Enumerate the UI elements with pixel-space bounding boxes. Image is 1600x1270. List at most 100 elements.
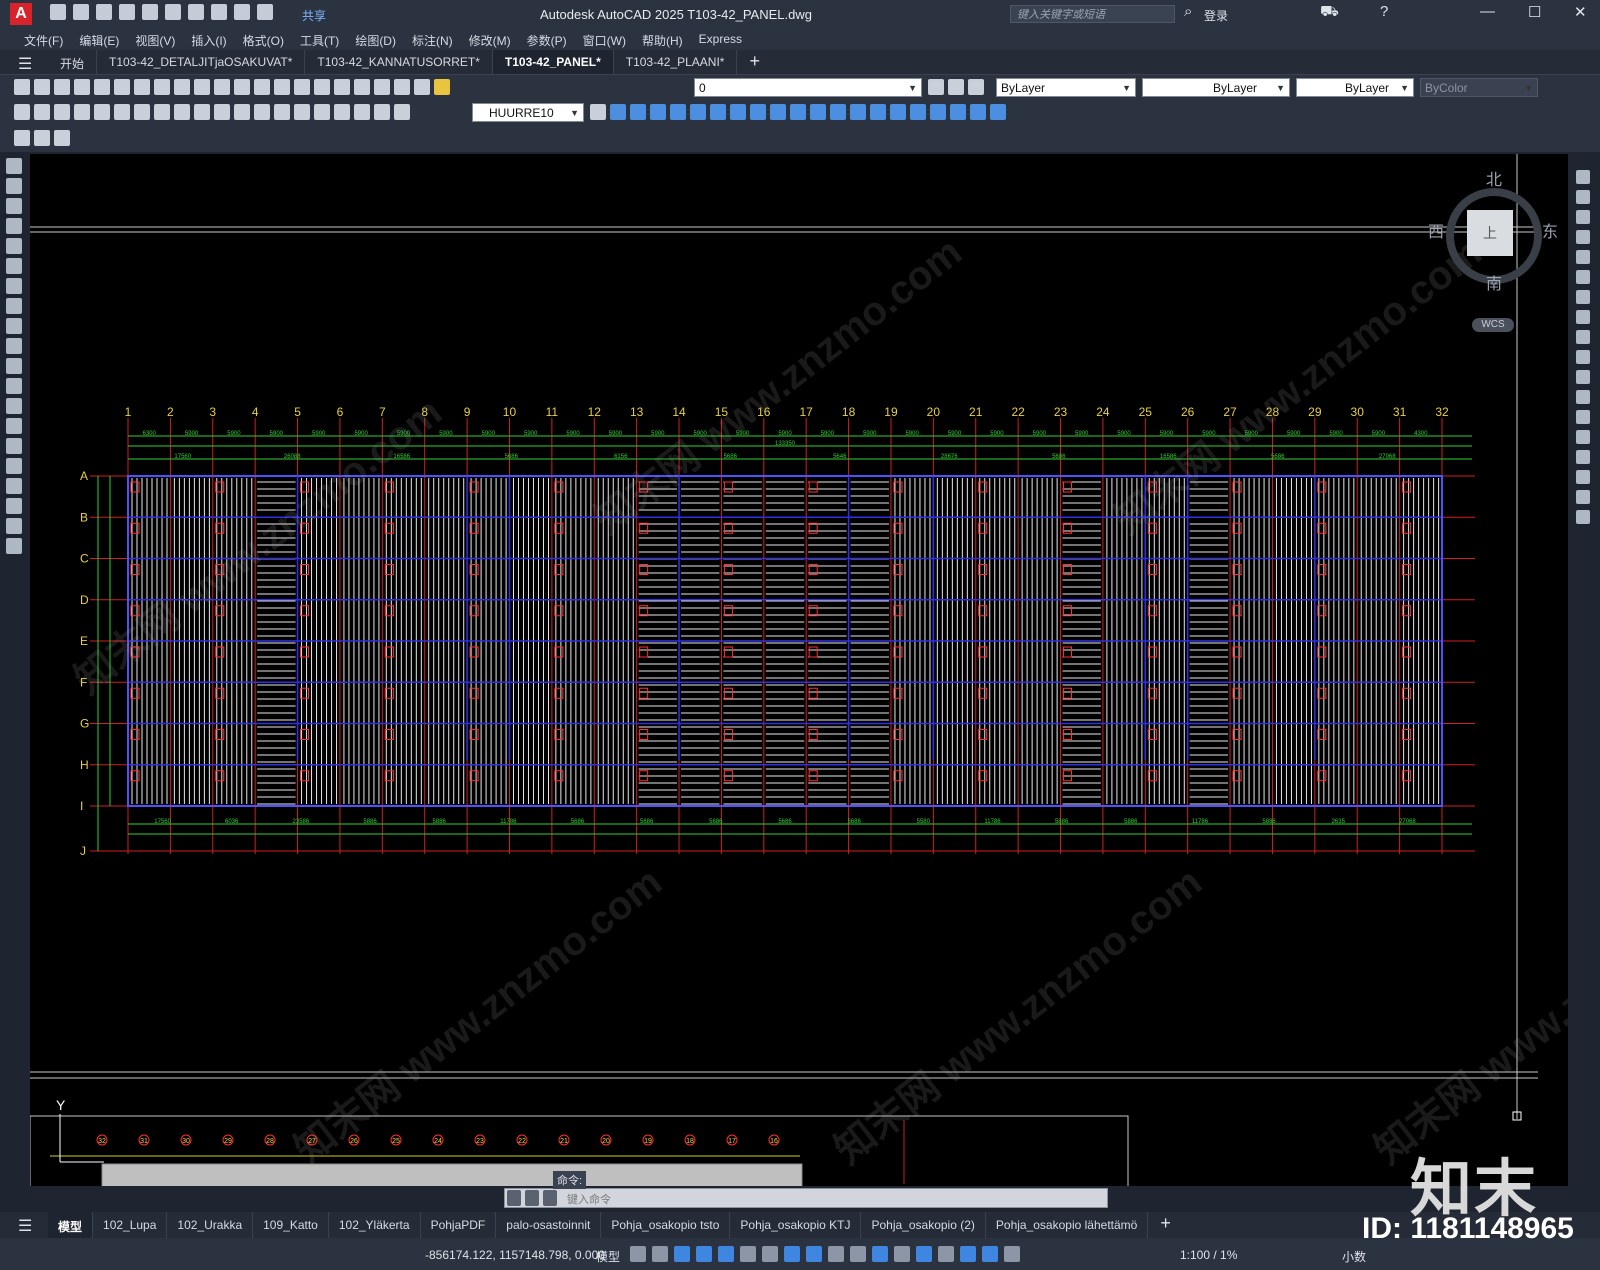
selection-cycling-icon[interactable] bbox=[872, 1246, 888, 1262]
extrude-icon[interactable] bbox=[730, 104, 746, 120]
open-web-icon[interactable] bbox=[142, 4, 158, 20]
layout-tab-model[interactable]: 模型 bbox=[48, 1212, 94, 1238]
center-mark-icon[interactable] bbox=[294, 104, 310, 120]
zoom-window-icon[interactable] bbox=[294, 79, 310, 95]
layout-tab-tsto[interactable]: Pohja_osakopio tsto bbox=[601, 1212, 731, 1238]
grid-icon[interactable] bbox=[630, 1246, 646, 1262]
ortho-icon[interactable] bbox=[718, 1246, 734, 1262]
menu-file[interactable]: 文件(F) bbox=[16, 28, 71, 50]
linetype-dropdown[interactable]: ByLayer ▼ bbox=[1142, 78, 1290, 97]
new-layout-button[interactable]: + bbox=[1148, 1212, 1183, 1238]
gizmo-icon[interactable] bbox=[960, 1246, 976, 1262]
block-editor-icon[interactable] bbox=[14, 130, 30, 146]
ordinate-icon[interactable] bbox=[74, 104, 90, 120]
hatch-icon[interactable] bbox=[6, 438, 22, 454]
aligned-dim-icon[interactable] bbox=[34, 104, 50, 120]
infer-constraints-icon[interactable] bbox=[674, 1246, 690, 1262]
box-icon[interactable] bbox=[610, 104, 626, 120]
ellipse-icon[interactable] bbox=[6, 338, 22, 354]
annotation-visibility-icon[interactable] bbox=[982, 1246, 998, 1262]
undo-icon[interactable] bbox=[211, 4, 227, 20]
torus-icon[interactable] bbox=[710, 104, 726, 120]
menu-tools[interactable]: 工具(T) bbox=[292, 28, 347, 50]
table-icon[interactable] bbox=[6, 498, 22, 514]
layer-properties-icon[interactable] bbox=[414, 79, 430, 95]
radius-icon[interactable] bbox=[94, 104, 110, 120]
scale-icon[interactable] bbox=[1576, 310, 1590, 324]
dim-style-manager-icon[interactable] bbox=[590, 104, 606, 120]
quick-dim-icon[interactable] bbox=[174, 104, 190, 120]
lineweight-icon[interactable] bbox=[828, 1246, 844, 1262]
search-icon[interactable]: ⌕ bbox=[1184, 3, 1192, 20]
menu-view[interactable]: 视图(V) bbox=[127, 28, 183, 50]
match-properties-icon[interactable] bbox=[194, 79, 210, 95]
linear-dim-icon[interactable] bbox=[14, 104, 30, 120]
diameter-icon[interactable] bbox=[134, 104, 150, 120]
spline-icon[interactable] bbox=[6, 318, 22, 334]
make-current-layer-icon[interactable] bbox=[928, 79, 944, 95]
menu-parametric[interactable]: 参数(P) bbox=[519, 28, 575, 50]
coordinate-readout[interactable]: -856174.122, 1157148.798, 0.000 bbox=[425, 1248, 605, 1262]
rotate-icon[interactable] bbox=[1576, 290, 1590, 304]
properties-icon[interactable] bbox=[314, 79, 330, 95]
publish-icon[interactable] bbox=[114, 79, 130, 95]
dim-break-icon[interactable] bbox=[254, 104, 270, 120]
make-block-icon[interactable] bbox=[6, 398, 22, 414]
mirror-icon[interactable] bbox=[1576, 210, 1590, 224]
annotation-scale[interactable]: 1:100 / 1% bbox=[1180, 1248, 1237, 1262]
save-icon[interactable] bbox=[96, 4, 112, 20]
point-icon[interactable] bbox=[6, 418, 22, 434]
preview-icon[interactable] bbox=[94, 79, 110, 95]
section-icon[interactable] bbox=[890, 104, 906, 120]
layer-previous-icon[interactable] bbox=[948, 79, 964, 95]
move-icon[interactable] bbox=[1576, 270, 1590, 284]
tab-detaljit[interactable]: T103-42_DETALJITjaOSAKUVAT* bbox=[97, 50, 306, 74]
paste-icon[interactable] bbox=[174, 79, 190, 95]
print-icon[interactable] bbox=[74, 79, 90, 95]
menu-help[interactable]: 帮助(H) bbox=[634, 28, 691, 50]
command-input[interactable]: 键入命令 bbox=[567, 1191, 611, 1207]
model-space-button[interactable]: 模型 bbox=[596, 1248, 620, 1265]
shell-icon[interactable] bbox=[970, 104, 986, 120]
tab-kannatusorret[interactable]: T103-42_KANNATUSORRET* bbox=[305, 50, 493, 74]
explode-icon[interactable] bbox=[1576, 510, 1590, 524]
open-icon[interactable] bbox=[34, 79, 50, 95]
undo-icon[interactable] bbox=[214, 79, 230, 95]
polygon-icon[interactable] bbox=[6, 218, 22, 234]
new-icon[interactable] bbox=[14, 79, 30, 95]
dim-edit-icon[interactable] bbox=[354, 104, 370, 120]
gradient-icon[interactable] bbox=[6, 458, 22, 474]
color-dropdown[interactable]: ByLayer ▼ bbox=[996, 78, 1136, 97]
chamfer-icon[interactable] bbox=[1576, 450, 1590, 464]
auto-scale-icon[interactable] bbox=[1004, 1246, 1020, 1262]
break-at-point-icon[interactable] bbox=[1576, 410, 1590, 424]
slice-icon[interactable] bbox=[870, 104, 886, 120]
intersect-icon[interactable] bbox=[850, 104, 866, 120]
tool-palettes-icon[interactable] bbox=[354, 79, 370, 95]
menu-insert[interactable]: 插入(I) bbox=[183, 28, 234, 50]
command-history-icon[interactable] bbox=[543, 1190, 557, 1206]
redo-icon[interactable] bbox=[234, 79, 250, 95]
cone-icon[interactable] bbox=[650, 104, 666, 120]
command-line[interactable]: 命令: 键入命令 bbox=[504, 1171, 1108, 1208]
attribute-icon[interactable] bbox=[54, 130, 70, 146]
design-center-icon[interactable] bbox=[334, 79, 350, 95]
ellipse-arc-icon[interactable] bbox=[6, 358, 22, 374]
layout-tab-ktj[interactable]: Pohja_osakopio KTJ bbox=[730, 1212, 862, 1238]
save-web-icon[interactable] bbox=[165, 4, 181, 20]
menu-express[interactable]: Express bbox=[691, 28, 750, 50]
dynamic-input-icon[interactable] bbox=[696, 1246, 712, 1262]
save-icon[interactable] bbox=[54, 79, 70, 95]
wcs-menu[interactable]: WCS bbox=[1472, 318, 1514, 332]
layout-tab-urakka[interactable]: 102_Urakka bbox=[167, 1212, 254, 1238]
layout-tab-palo[interactable]: palo-osastoinnit bbox=[496, 1212, 602, 1238]
blend-icon[interactable] bbox=[1576, 490, 1590, 504]
layout-tab-katto[interactable]: 109_Katto bbox=[253, 1212, 329, 1238]
customize-icon[interactable] bbox=[257, 4, 273, 20]
viewcube[interactable]: 北 南 西 东 上 WCS bbox=[1428, 166, 1558, 332]
dim-update-icon[interactable] bbox=[394, 104, 410, 120]
layout-tab-copy2[interactable]: Pohja_osakopio (2) bbox=[861, 1212, 986, 1238]
layer-state-icon[interactable] bbox=[968, 79, 984, 95]
sweep-icon[interactable] bbox=[770, 104, 786, 120]
wedge-icon[interactable] bbox=[630, 104, 646, 120]
